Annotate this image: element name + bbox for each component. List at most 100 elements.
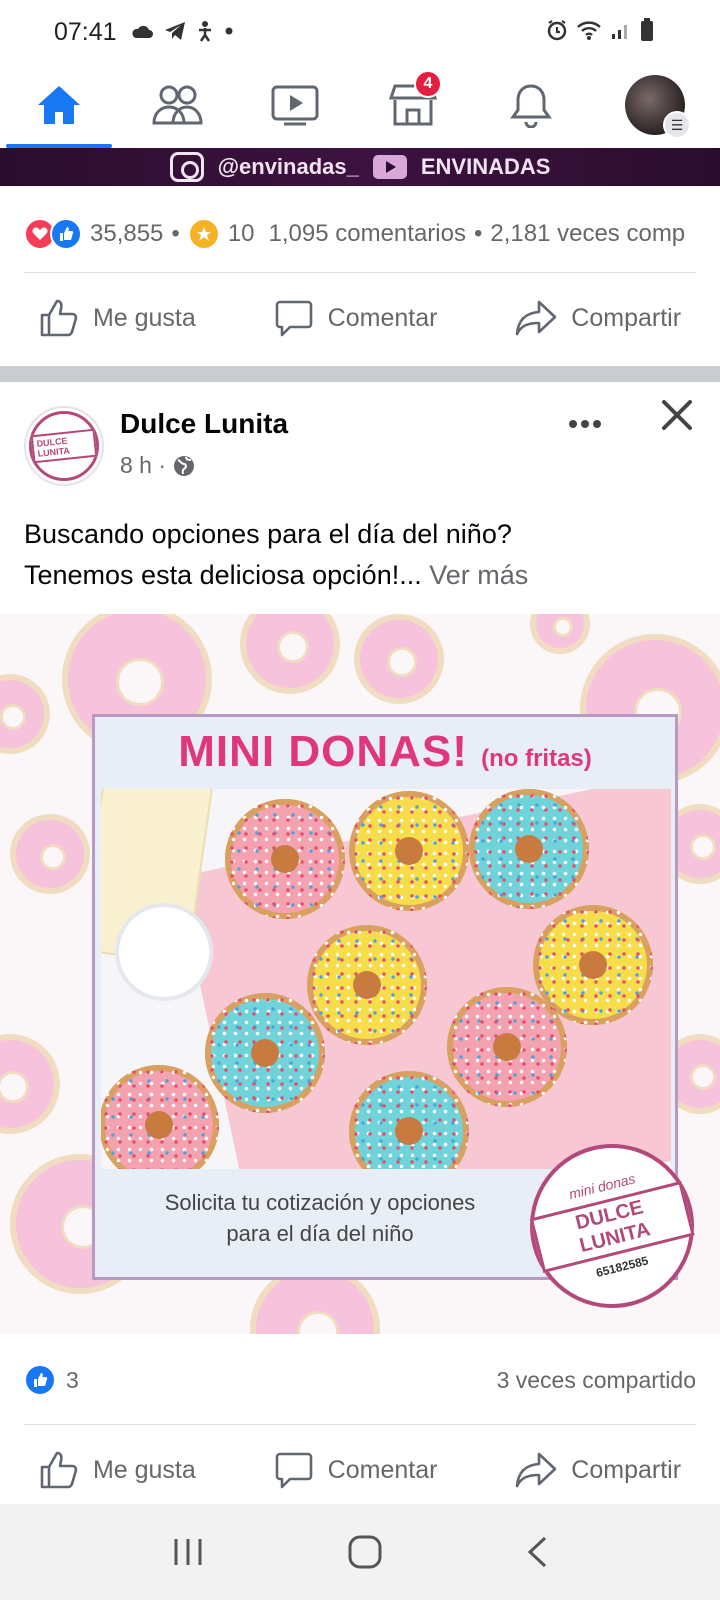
tab-notifications[interactable] (472, 62, 590, 148)
comment-icon (275, 300, 312, 337)
share-button[interactable]: Compartir (515, 298, 681, 338)
hide-post-button[interactable] (660, 398, 694, 437)
stars-count[interactable]: 10 (228, 220, 255, 248)
background-donut (0, 674, 50, 754)
youtube-icon (372, 155, 407, 179)
donut-blue (469, 789, 589, 909)
milk-bottle (119, 907, 209, 997)
telegram-icon (165, 22, 185, 40)
feed-separator (0, 366, 720, 382)
background-donut (240, 614, 340, 694)
page-name[interactable]: Dulce Lunita (120, 408, 288, 440)
previous-post-stats: 35,855 • 10 1,095 comentarios • 2,181 ve… (24, 212, 720, 256)
post-image[interactable]: MINI DONAS! (no fritas) Solicita tu coti… (0, 614, 720, 1334)
post-text-line2: Tenemos esta deliciosa opción!... (24, 560, 422, 590)
android-nav-bar (0, 1504, 720, 1600)
share-icon (515, 1452, 557, 1488)
banner-youtube-name: ENVINADAS (420, 154, 551, 179)
share-label: Compartir (571, 303, 682, 332)
accessibility-icon (199, 21, 211, 42)
more-dots-icon (569, 420, 601, 428)
like-label: Me gusta (92, 303, 196, 332)
donuts-photo (101, 789, 671, 1169)
flyer-title-suffix: (no fritas) (481, 745, 592, 772)
comment-label: Comentar (327, 303, 438, 332)
post-likes[interactable]: 3 (24, 1364, 79, 1396)
close-icon (662, 400, 692, 430)
comment-button[interactable]: Comentar (274, 1450, 438, 1490)
like-icon (40, 299, 78, 337)
like-icon (40, 1451, 78, 1489)
share-label: Compartir (571, 1455, 682, 1484)
wifi-icon (577, 21, 601, 40)
home-icon (38, 86, 80, 124)
post-stats: 3 3 veces compartido (24, 1360, 696, 1400)
donut-pink (225, 799, 345, 919)
instagram-icon (169, 152, 204, 182)
tab-friends[interactable] (118, 62, 236, 148)
status-time: 07:41 (54, 18, 117, 46)
previous-post-image[interactable]: @envinadas_ ENVINADAS (0, 148, 720, 186)
comment-icon (275, 1452, 312, 1489)
comments-count[interactable]: 1,095 comentarios (269, 220, 466, 248)
background-donut (530, 614, 590, 654)
status-bar: 07:41 (0, 0, 720, 62)
donut-yellow (349, 791, 469, 911)
like-label: Me gusta (92, 1455, 196, 1484)
post-text-line1: Buscando opciones para el día del niño? (24, 519, 512, 549)
see-more-link[interactable]: Ver más (429, 560, 528, 590)
post-meta: 8 h · (120, 452, 196, 479)
share-button[interactable]: Compartir (515, 1450, 681, 1490)
signal-icon (612, 25, 627, 39)
more-options-button[interactable] (568, 404, 602, 436)
star-reaction-icon (187, 218, 220, 250)
bell-icon (510, 84, 552, 128)
home-button-icon[interactable] (347, 1534, 383, 1570)
avatar: ☰ (625, 75, 691, 139)
comment-label: Comentar (327, 1455, 438, 1484)
donut-pink (101, 1065, 219, 1169)
share-icon (515, 300, 557, 336)
like-reaction-icon (24, 1364, 56, 1396)
background-donut (0, 1034, 60, 1134)
likes-count: 3 (66, 1366, 79, 1393)
flyer-caption: Solicita tu cotización y opciones para e… (164, 1190, 476, 1246)
friends-icon (152, 85, 203, 125)
shares-count[interactable]: 2,181 veces comp (490, 220, 685, 248)
reactions-count[interactable]: 35,855 (90, 220, 163, 248)
tab-watch[interactable] (236, 62, 354, 148)
like-button[interactable]: Me gusta (39, 298, 196, 338)
top-nav: 4 ☰ (0, 62, 720, 148)
tab-home[interactable] (0, 62, 118, 148)
tab-marketplace[interactable]: 4 (354, 62, 472, 148)
tab-profile-menu[interactable]: ☰ (590, 62, 720, 148)
page-avatar[interactable]: DULCE LUNITA (24, 406, 104, 486)
alarm-icon (547, 20, 567, 41)
video-icon (271, 85, 319, 126)
like-reaction-icon (50, 218, 82, 250)
post-actions: Me gusta Comentar Compartir (0, 1430, 720, 1510)
marketplace-badge: 4 (414, 70, 442, 98)
divider (24, 1424, 696, 1425)
like-button[interactable]: Me gusta (39, 1450, 196, 1490)
donut-pink (447, 987, 567, 1107)
globe-icon (174, 455, 195, 476)
post-text: Buscando opciones para el día del niño? … (24, 514, 704, 596)
dot-icon (225, 27, 233, 35)
recent-apps-icon[interactable] (171, 1537, 205, 1567)
background-donut (354, 614, 444, 704)
background-donut (10, 814, 90, 894)
flyer-title: MINI DONAS! (no fritas) (178, 727, 592, 776)
previous-post-actions: Me gusta Comentar Compartir (0, 278, 720, 358)
menu-icon: ☰ (663, 111, 691, 139)
battery-icon (641, 18, 653, 41)
divider (24, 272, 696, 273)
post-time[interactable]: 8 h · (120, 452, 166, 479)
comment-button[interactable]: Comentar (274, 298, 438, 338)
back-icon[interactable] (525, 1535, 549, 1569)
donut-blue (205, 993, 325, 1113)
avatar-logo-text: DULCE LUNITA (30, 428, 98, 464)
donut-yellow (307, 925, 427, 1045)
post-shares-count[interactable]: 3 veces compartido (497, 1367, 696, 1394)
cloud-icon (132, 25, 153, 38)
